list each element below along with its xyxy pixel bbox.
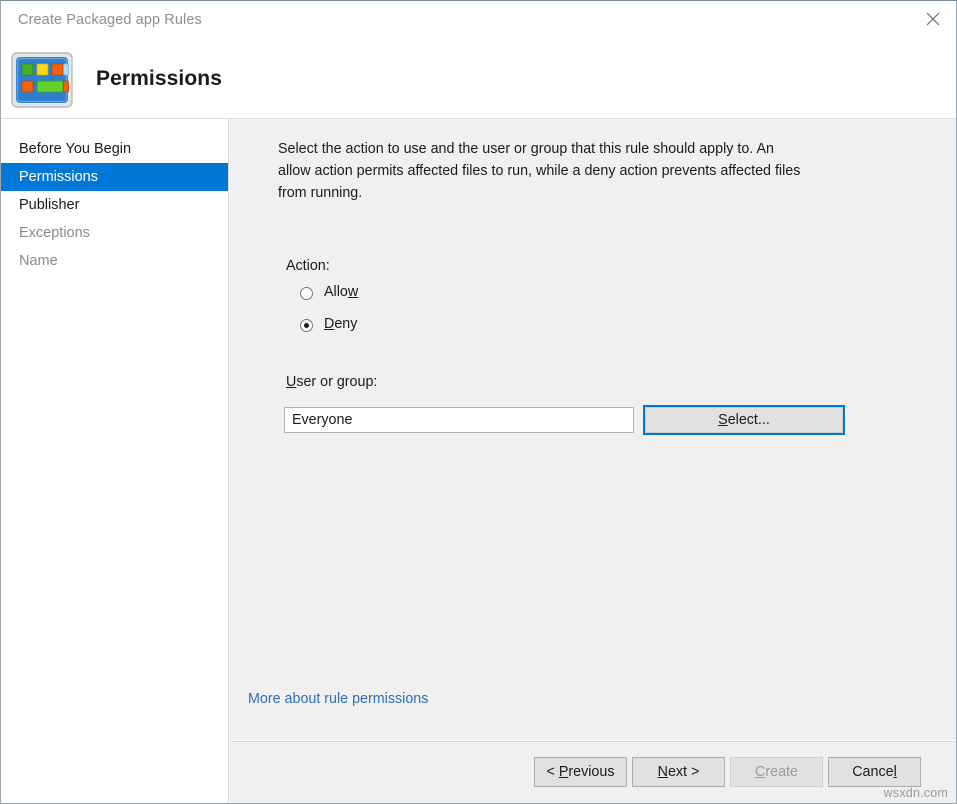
previous-button[interactable]: < Previous: [534, 757, 627, 787]
sidebar-item-before-you-begin[interactable]: Before You Begin: [1, 135, 228, 163]
close-icon: [926, 12, 940, 26]
close-button[interactable]: [910, 1, 956, 33]
sidebar-item-publisher[interactable]: Publisher: [1, 191, 228, 219]
radio-deny-label: Deny: [324, 316, 357, 332]
action-label: Action:: [286, 258, 330, 274]
watermark: wsxdn.com: [884, 786, 948, 800]
sidebar-item-exceptions: Exceptions: [1, 219, 228, 247]
next-button[interactable]: Next >: [632, 757, 725, 787]
wizard-steps-sidebar: Before You Begin Permissions Publisher E…: [1, 119, 229, 804]
footer-bar: < Previous Next > Create Cancel: [230, 741, 956, 804]
content-panel: Select the action to use and the user or…: [230, 119, 956, 740]
more-about-rule-permissions-link[interactable]: More about rule permissions: [248, 691, 428, 707]
user-or-group-input[interactable]: [284, 407, 634, 433]
radio-allow-circle: [300, 287, 313, 300]
description-text: Select the action to use and the user or…: [278, 138, 805, 204]
radio-allow-label: Allow: [324, 284, 358, 300]
radio-deny-circle: [300, 319, 313, 332]
page-title: Permissions: [96, 67, 222, 91]
page-header: Permissions: [1, 41, 956, 119]
title-bar: Create Packaged app Rules: [1, 1, 956, 41]
wizard-window: Create Packaged app Rules Permissions Be…: [0, 0, 957, 804]
radio-deny-dot: [304, 323, 309, 328]
create-button: Create: [730, 757, 823, 787]
user-or-group-label: User or group:: [286, 374, 377, 390]
sidebar-item-permissions[interactable]: Permissions: [1, 163, 228, 191]
window-title: Create Packaged app Rules: [18, 12, 202, 28]
cancel-button[interactable]: Cancel: [828, 757, 921, 787]
packaged-app-icon: [11, 52, 73, 108]
sidebar-item-name: Name: [1, 247, 228, 275]
select-button[interactable]: Select...: [643, 405, 845, 435]
select-button-label: Select...: [645, 407, 843, 433]
